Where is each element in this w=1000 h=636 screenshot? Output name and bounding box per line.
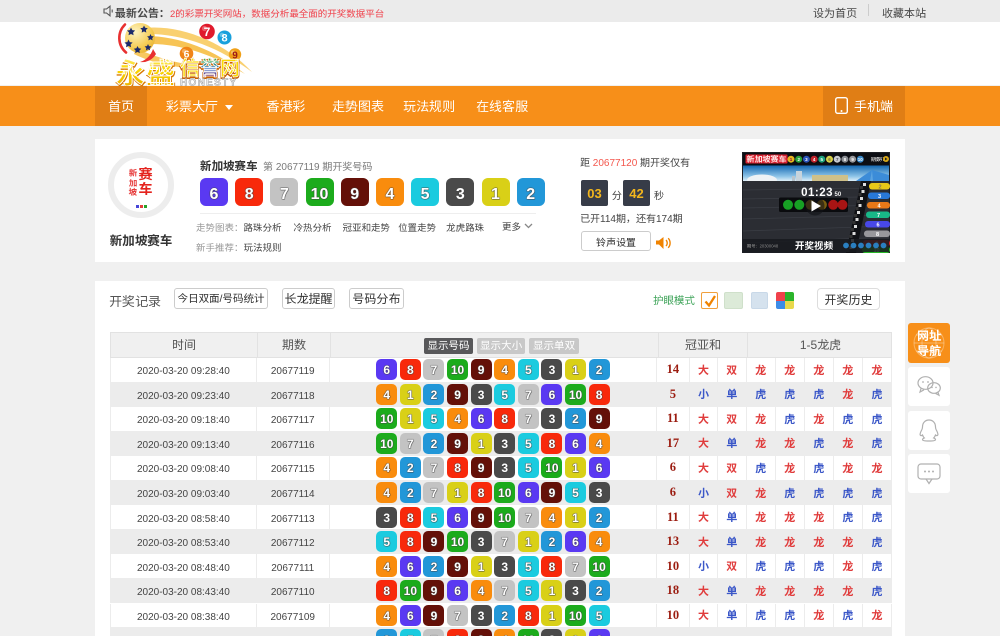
svg-text:2: 2 xyxy=(878,185,881,191)
svg-text:永盛: 永盛 xyxy=(116,51,177,89)
svg-text:8: 8 xyxy=(876,232,879,238)
svg-text:8: 8 xyxy=(221,33,227,45)
svg-text:6: 6 xyxy=(876,223,879,229)
svg-text:期号：20300048: 期号：20300048 xyxy=(746,244,779,250)
svg-text:开奖视频: 开奖视频 xyxy=(795,238,834,252)
svg-text:3: 3 xyxy=(878,194,881,200)
svg-text:7: 7 xyxy=(204,25,211,39)
svg-text:10: 10 xyxy=(858,157,864,162)
svg-text:新加坡赛车: 新加坡赛车 xyxy=(747,154,787,165)
svg-text:7: 7 xyxy=(877,213,880,219)
svg-text:50: 50 xyxy=(835,192,842,198)
